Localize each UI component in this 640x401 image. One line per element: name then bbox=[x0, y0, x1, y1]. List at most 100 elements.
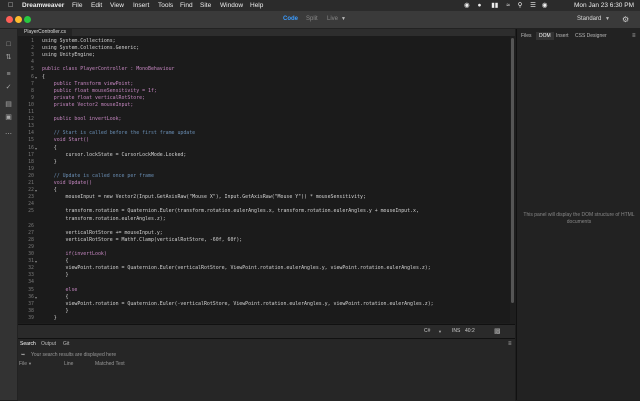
column-line[interactable]: Line bbox=[64, 360, 73, 368]
code-line[interactable]: public class PlayerController : MonoBeha… bbox=[42, 66, 175, 73]
code-line[interactable]: verticalRotStore = Mathf.Clamp(verticalR… bbox=[42, 237, 243, 244]
code-line[interactable]: transform.rotation.eulerAngles.z); bbox=[42, 216, 166, 223]
bottom-panel-menu-icon[interactable]: ≡ bbox=[508, 340, 512, 349]
language-dropdown-icon[interactable]: ▼ bbox=[438, 325, 442, 338]
menu-help[interactable]: Help bbox=[250, 0, 263, 11]
control-center-icon[interactable]: ☰ bbox=[530, 2, 536, 9]
live-view-options-icon[interactable]: ≡ bbox=[4, 71, 13, 79]
fold-toggle-icon[interactable]: ▾ bbox=[35, 146, 37, 151]
live-view-button[interactable]: Live bbox=[327, 11, 338, 28]
tab-dom[interactable]: DOM bbox=[536, 32, 554, 40]
code-line[interactable]: viewPoint.rotation = Quaternion.Euler(ve… bbox=[42, 265, 431, 272]
siri-icon[interactable]: ◉ bbox=[542, 2, 548, 9]
zoom-window-button[interactable] bbox=[24, 16, 31, 23]
code-line[interactable]: verticalRotStore += mouseInput.y; bbox=[42, 230, 163, 237]
code-line[interactable]: { bbox=[42, 74, 45, 81]
code-line[interactable]: using System.Collections; bbox=[42, 38, 116, 45]
code-line[interactable]: } bbox=[42, 272, 69, 279]
document-tab[interactable]: PlayerController.cs bbox=[18, 29, 72, 36]
tab-output[interactable]: Output bbox=[41, 340, 56, 349]
battery-icon[interactable]: ▮▮ bbox=[491, 2, 498, 9]
bottom-panel: Search Output Git ≡ ➥ Your search result… bbox=[18, 338, 515, 401]
code-line[interactable]: using System.Collections.Generic; bbox=[42, 45, 139, 52]
code-line[interactable]: private float verticalRotStore; bbox=[42, 95, 145, 102]
code-line[interactable]: mouseInput = new Vector2(Input.GetAxisRa… bbox=[42, 194, 366, 201]
code-line[interactable]: { bbox=[42, 294, 69, 301]
code-line[interactable]: public float mouseSensitivity = 1f; bbox=[42, 88, 157, 95]
code-line[interactable]: } bbox=[42, 308, 69, 315]
workspace-switcher[interactable]: Standard bbox=[577, 11, 601, 28]
language-selector[interactable]: C# bbox=[424, 325, 430, 338]
code-line[interactable]: using UnityEngine; bbox=[42, 52, 95, 59]
inspect-icon[interactable]: ✓ bbox=[4, 84, 13, 92]
sort-icon[interactable]: ▼ bbox=[28, 360, 32, 368]
split-view-button[interactable]: Split bbox=[306, 11, 318, 28]
code-line[interactable]: private Vector2 mouseInput; bbox=[42, 102, 134, 109]
line-number: 33 bbox=[28, 272, 34, 279]
fold-toggle-icon[interactable]: ▾ bbox=[35, 295, 37, 300]
code-line[interactable]: } bbox=[42, 159, 57, 166]
search-icon[interactable]: ⚲ bbox=[518, 2, 523, 9]
wifi-icon[interactable]: ≈ bbox=[506, 2, 510, 9]
code-line[interactable]: else bbox=[42, 287, 78, 294]
insert-mode[interactable]: INS bbox=[452, 325, 460, 338]
notification-icon[interactable]: ● bbox=[477, 2, 481, 9]
tab-search[interactable]: Search bbox=[20, 340, 36, 349]
code-format-icon[interactable]: ▤ bbox=[4, 101, 13, 109]
menu-site[interactable]: Site bbox=[200, 0, 211, 11]
code-line[interactable]: public Transform viewPoint; bbox=[42, 81, 134, 88]
tab-insert[interactable]: Insert bbox=[556, 32, 569, 40]
code-line[interactable]: cursor.lockState = CursorLockMode.Locked… bbox=[42, 152, 187, 159]
open-documents-icon[interactable]: □ bbox=[4, 41, 13, 49]
code-line[interactable]: viewPoint.rotation = Quaternion.Euler(-v… bbox=[42, 301, 434, 308]
system-menubar:  Dreamweaver File Edit View Insert Tool… bbox=[0, 0, 640, 11]
close-window-button[interactable] bbox=[6, 16, 13, 23]
code-line[interactable]: void Update() bbox=[42, 180, 92, 187]
menu-view[interactable]: View bbox=[110, 0, 124, 11]
menu-file[interactable]: File bbox=[72, 0, 82, 11]
tab-css-designer[interactable]: CSS Designer bbox=[575, 32, 607, 40]
code-view-button[interactable]: Code bbox=[283, 11, 298, 28]
app-status-icon[interactable]: ◉ bbox=[464, 2, 470, 9]
menu-window[interactable]: Window bbox=[220, 0, 243, 11]
editor-scrollbar-thumb[interactable] bbox=[511, 38, 514, 303]
settings-gear-icon[interactable]: ⚙ bbox=[622, 11, 629, 28]
menu-insert[interactable]: Insert bbox=[133, 0, 149, 11]
code-line[interactable]: { bbox=[42, 187, 57, 194]
column-matched-text[interactable]: Matched Text bbox=[95, 360, 125, 368]
code-line[interactable]: { bbox=[42, 258, 69, 265]
window-size-icon[interactable]: ▩ bbox=[494, 325, 501, 338]
fold-toggle-icon[interactable]: ▾ bbox=[35, 259, 37, 264]
code-line[interactable]: if(invertLook) bbox=[42, 251, 107, 258]
code-line[interactable]: // Update is called once per frame bbox=[42, 173, 154, 180]
search-arrow-icon[interactable]: ➥ bbox=[21, 350, 25, 360]
line-number: 32 bbox=[28, 265, 34, 272]
editor-scrollbar[interactable] bbox=[510, 36, 515, 323]
panel-menu-icon[interactable]: ≡ bbox=[632, 32, 636, 40]
minimize-window-button[interactable] bbox=[15, 16, 22, 23]
code-editor[interactable]: 1 2 3 4 5 6 ▾ 7 8 9 10 11 12 13 14 15 16 ▾ 17 18 19 20 21 22 ▾ 23… bbox=[18, 36, 510, 323]
code-line[interactable]: // Start is called before the first fram… bbox=[42, 130, 195, 137]
tab-git[interactable]: Git bbox=[63, 340, 69, 349]
fold-toggle-icon[interactable]: ▾ bbox=[35, 188, 37, 193]
snippets-icon[interactable]: ▣ bbox=[4, 114, 13, 122]
menu-app-name[interactable]: Dreamweaver bbox=[22, 0, 64, 11]
menu-edit[interactable]: Edit bbox=[91, 0, 102, 11]
code-line[interactable]: { bbox=[42, 145, 57, 152]
cursor-position[interactable]: 40:2 bbox=[465, 325, 475, 338]
column-file[interactable]: File bbox=[19, 360, 27, 368]
apple-icon[interactable]:  bbox=[8, 0, 13, 11]
code-line[interactable]: void Start() bbox=[42, 137, 89, 144]
more-tools-icon[interactable]: ⋯ bbox=[4, 131, 13, 139]
code-line[interactable]: public bool invertLook; bbox=[42, 116, 122, 123]
fold-toggle-icon[interactable]: ▾ bbox=[35, 75, 37, 80]
code-line[interactable]: } bbox=[42, 315, 57, 322]
workspace-dropdown-icon[interactable]: ▼ bbox=[605, 11, 610, 28]
live-dropdown-icon[interactable]: ▼ bbox=[341, 11, 346, 28]
file-management-icon[interactable]: ⇅ bbox=[4, 54, 13, 62]
code-line[interactable]: transform.rotation = Quaternion.Euler(tr… bbox=[42, 208, 419, 215]
clock[interactable]: Mon Jan 23 6:30 PM bbox=[574, 0, 634, 11]
tab-files[interactable]: Files bbox=[521, 32, 532, 40]
menu-tools[interactable]: Tools bbox=[158, 0, 173, 11]
menu-find[interactable]: Find bbox=[180, 0, 193, 11]
